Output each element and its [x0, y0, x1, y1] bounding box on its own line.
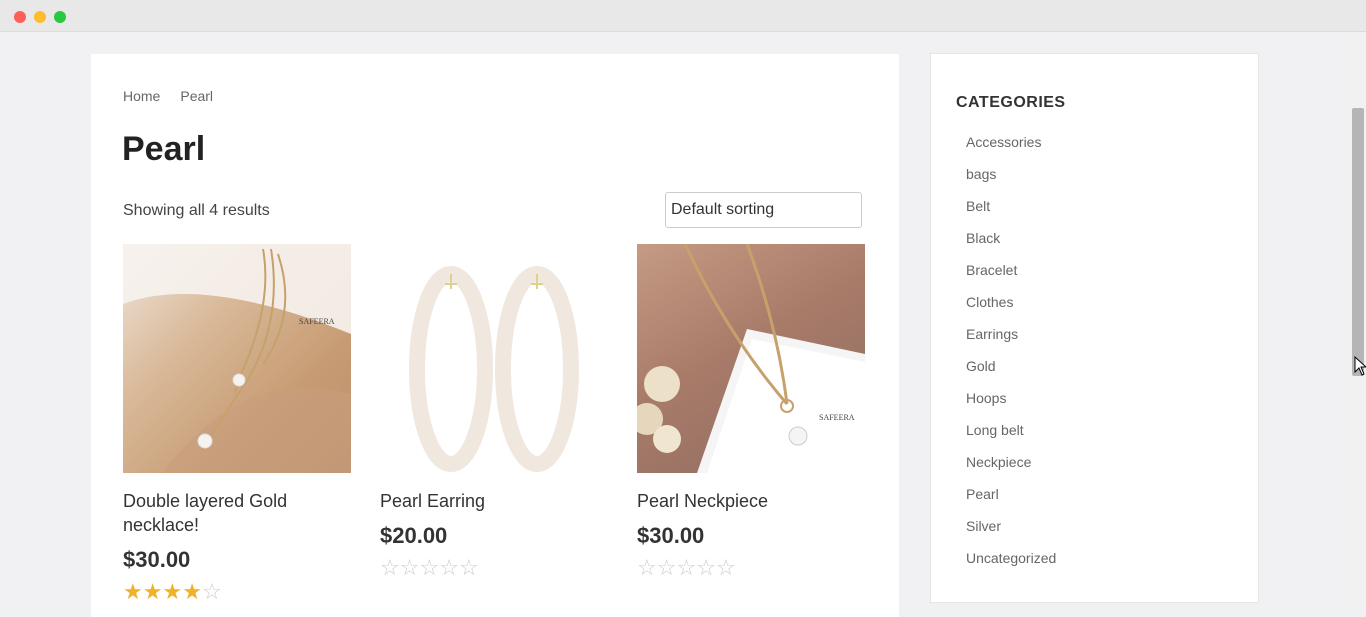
category-link[interactable]: Gold: [966, 356, 1056, 388]
mouse-pointer-icon: [1354, 356, 1366, 376]
result-count: Showing all 4 results: [123, 202, 270, 219]
close-window-button[interactable]: [14, 11, 26, 23]
star-empty-icon: ☆: [439, 555, 459, 580]
breadcrumb-home-link[interactable]: Home: [123, 88, 160, 104]
product-price: $20.00: [380, 523, 448, 548]
star-filled-icon: ★: [162, 579, 183, 604]
star-empty-icon: ☆: [676, 555, 697, 580]
sort-dropdown[interactable]: Default sorting: [665, 192, 862, 228]
breadcrumb-current: Pearl: [180, 88, 214, 104]
category-link[interactable]: Accessories: [966, 132, 1056, 164]
product-price: $30.00: [637, 523, 705, 548]
necklace-image-graphic: SAFEERA: [123, 244, 351, 473]
product-image[interactable]: SAFEERA: [637, 244, 865, 473]
star-empty-icon: ☆: [637, 555, 657, 580]
category-link[interactable]: Bracelet: [966, 260, 1056, 292]
star-empty-icon: ☆: [458, 555, 479, 580]
pearl-earring-image-graphic: [409, 266, 579, 472]
product-image[interactable]: [380, 244, 608, 473]
vertical-scrollbar[interactable]: [1350, 32, 1366, 617]
categories-sidebar: CATEGORIES Accessories bags Belt Black B…: [930, 53, 1259, 603]
window-titlebar: [0, 0, 1366, 32]
product-card[interactable]: Pearl Earring $20.00 ☆ ☆ ☆ ☆ ☆: [380, 244, 608, 579]
category-link[interactable]: Uncategorized: [966, 548, 1056, 580]
star-empty-icon: ☆: [399, 555, 420, 580]
categories-heading: CATEGORIES: [956, 94, 1066, 111]
category-link[interactable]: bags: [966, 164, 1056, 196]
category-link[interactable]: Neckpiece: [966, 452, 1056, 484]
product-title[interactable]: Pearl Earring: [380, 489, 608, 513]
product-image[interactable]: SAFEERA: [123, 244, 351, 473]
category-link[interactable]: Long belt: [966, 420, 1056, 452]
category-list: Accessories bags Belt Black Bracelet Clo…: [966, 132, 1056, 580]
pearl-neckpiece-image-graphic: SAFEERA: [637, 244, 865, 473]
star-filled-icon: ★: [182, 579, 202, 604]
star-empty-icon: ☆: [380, 555, 400, 580]
maximize-window-button[interactable]: [54, 11, 66, 23]
rating-stars: ☆ ☆ ☆ ☆ ☆: [380, 557, 608, 579]
star-empty-icon: ☆: [696, 555, 716, 580]
category-link[interactable]: Belt: [966, 196, 1056, 228]
category-link[interactable]: Black: [966, 228, 1056, 260]
shop-main-content: Home Pearl Pearl Showing all 4 results D…: [91, 54, 899, 617]
product-title[interactable]: Pearl Neckpiece: [637, 489, 865, 513]
product-title[interactable]: Double layered Gold necklace!: [123, 489, 351, 537]
product-card[interactable]: SAFEERA Double layered Gold necklace! $3…: [123, 244, 351, 603]
product-watermark: SAFEERA: [299, 317, 335, 326]
star-empty-icon: ☆: [419, 555, 440, 580]
breadcrumb: Home Pearl: [123, 88, 213, 104]
minimize-window-button[interactable]: [34, 11, 46, 23]
category-link[interactable]: Silver: [966, 516, 1056, 548]
star-empty-icon: ☆: [656, 555, 677, 580]
category-link[interactable]: Pearl: [966, 484, 1056, 516]
scrollbar-thumb[interactable]: [1352, 108, 1364, 376]
star-empty-icon: ☆: [715, 555, 736, 580]
product-card[interactable]: SAFEERA Pearl Neckpiece $30.00 ☆ ☆ ☆ ☆ ☆: [637, 244, 865, 579]
star-filled-icon: ★: [142, 579, 163, 604]
star-filled-icon: ★: [123, 579, 143, 604]
product-price: $30.00: [123, 547, 191, 572]
page-title: Pearl: [122, 130, 206, 168]
category-link[interactable]: Earrings: [966, 324, 1056, 356]
rating-stars: ☆ ☆ ☆ ☆ ☆: [637, 557, 865, 579]
category-link[interactable]: Hoops: [966, 388, 1056, 420]
category-link[interactable]: Clothes: [966, 292, 1056, 324]
rating-stars: ★ ★ ★ ★ ☆: [123, 581, 351, 603]
star-empty-icon: ☆: [201, 579, 222, 604]
product-watermark: SAFEERA: [819, 413, 855, 422]
